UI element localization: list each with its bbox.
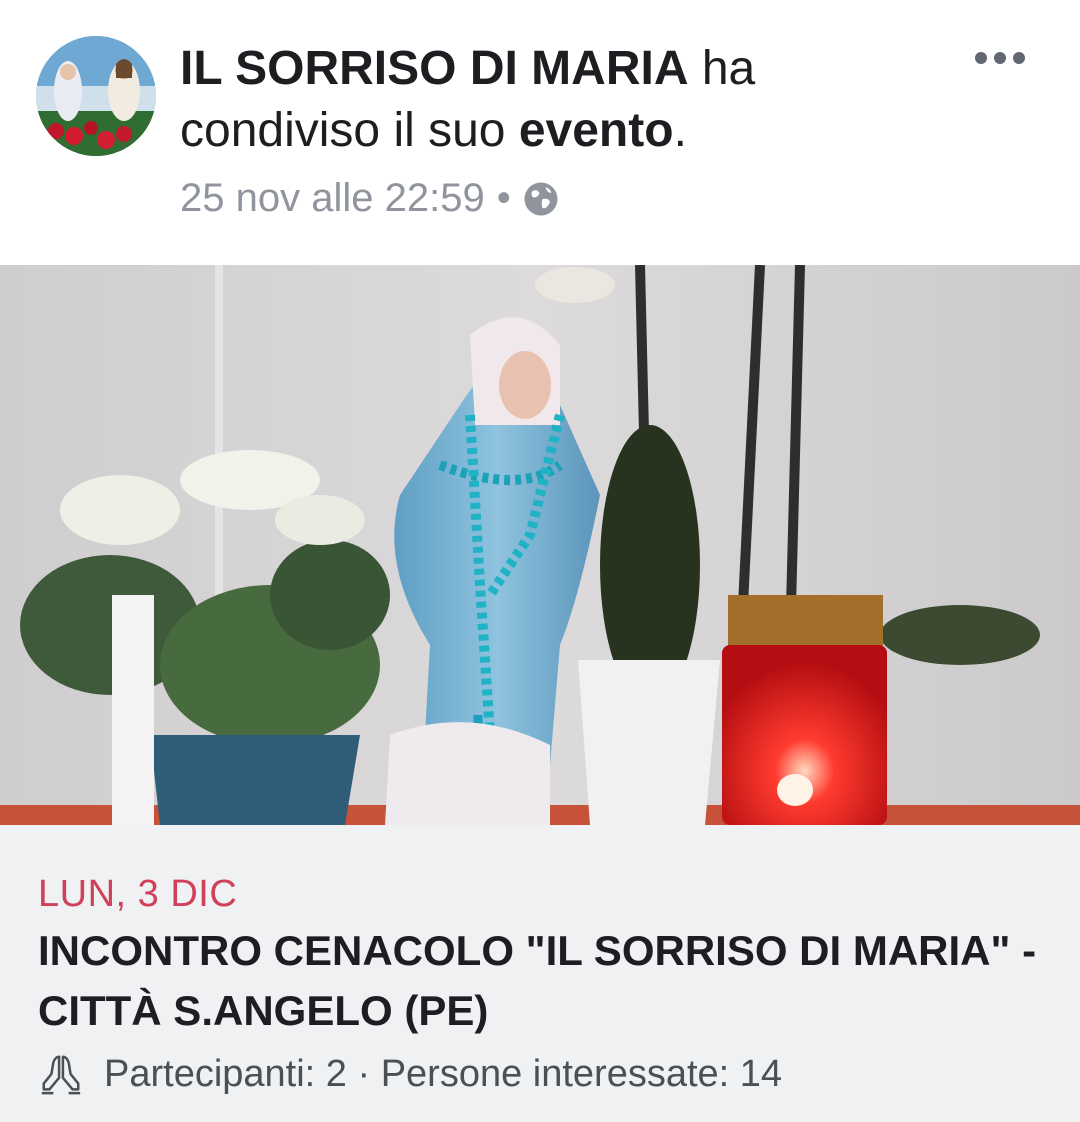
post-attribution: IL SORRISO DI MARIA ha condiviso il suo …: [180, 38, 980, 162]
avatar-image: [36, 36, 156, 156]
praying-hands-icon: [41, 1055, 81, 1095]
post-timestamp[interactable]: 25 nov alle 22:59: [180, 176, 485, 221]
attribution-line2: condiviso il suo: [180, 104, 519, 157]
event-date: LUN, 3 DIC: [38, 873, 238, 915]
event-stats: Partecipanti: 2 · Persone interessate: 1…: [38, 1051, 782, 1097]
more-dot: [994, 52, 1006, 64]
attribution-period: .: [673, 104, 687, 157]
more-options-button[interactable]: [972, 46, 1028, 70]
meta-separator: •: [496, 176, 511, 220]
attribution-verb: ha: [688, 42, 756, 95]
page-avatar[interactable]: [36, 36, 156, 156]
post-header: IL SORRISO DI MARIA ha condiviso il suo …: [0, 0, 1080, 265]
event-title[interactable]: INCONTRO CENACOLO "IL SORRISO DI MARIA" …: [38, 921, 1078, 1041]
event-link[interactable]: evento: [519, 104, 674, 157]
event-stats-text: Partecipanti: 2 · Persone interessate: 1…: [104, 1052, 783, 1095]
post-meta: 25 nov alle 22:59 •: [180, 176, 559, 221]
more-dot: [1013, 52, 1025, 64]
event-details[interactable]: LUN, 3 DIC INCONTRO CENACOLO "IL SORRISO…: [0, 825, 1080, 1122]
more-dots-icon: [975, 52, 987, 64]
event-cover-photo[interactable]: [0, 265, 1080, 825]
page-name-link[interactable]: IL SORRISO DI MARIA: [180, 42, 688, 95]
globe-icon[interactable]: [523, 181, 559, 217]
cover-photo-illustration: [0, 265, 1080, 825]
